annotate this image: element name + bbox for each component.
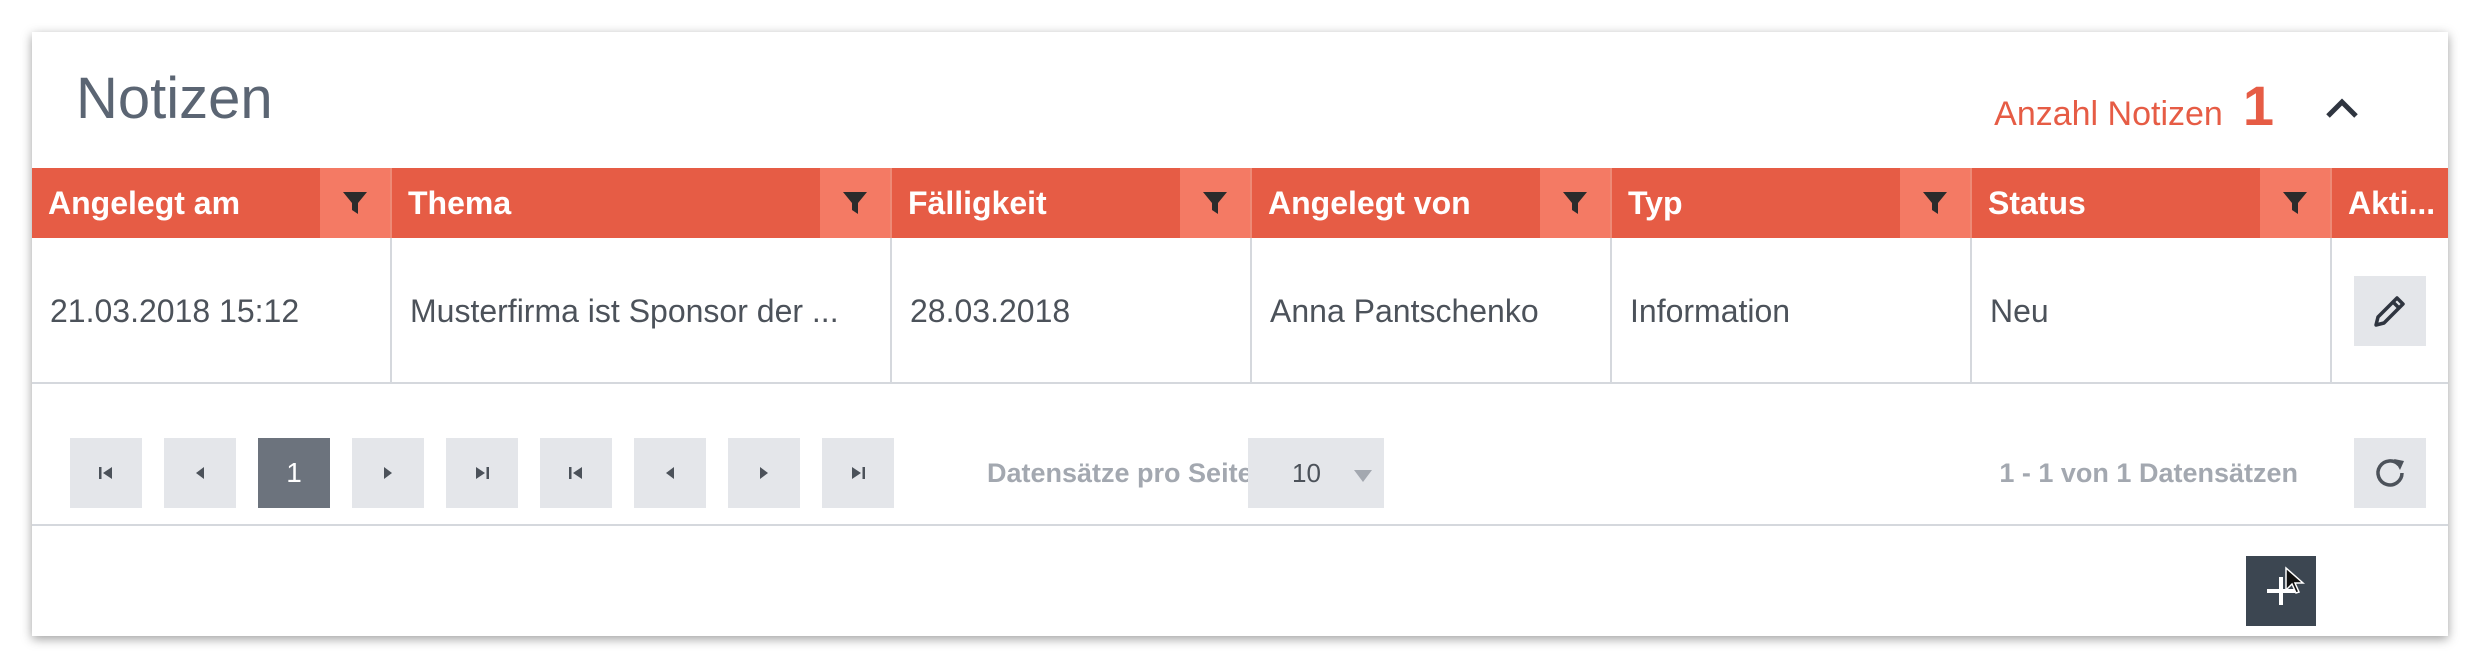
first-page-button-secondary[interactable] xyxy=(540,438,612,508)
notes-count: Anzahl Notizen 1 xyxy=(1994,78,2274,134)
last-page-icon xyxy=(852,467,865,479)
pencil-icon xyxy=(2374,296,2405,327)
prev-page-button-secondary[interactable] xyxy=(634,438,706,508)
cell-due-date: 28.03.2018 xyxy=(892,238,1252,384)
chevron-up-icon xyxy=(2326,98,2358,118)
mouse-cursor-icon xyxy=(2285,566,2305,594)
notes-table: Angelegt am Thema Fälligkeit Angelegt vo… xyxy=(32,168,2448,384)
column-header-actions: Akti... xyxy=(2332,168,2448,238)
cell-created-at: 21.03.2018 15:12 xyxy=(32,238,392,384)
table-row[interactable]: 21.03.2018 15:12 Musterfirma ist Sponsor… xyxy=(32,238,2448,384)
column-header-created-by[interactable]: Angelegt von xyxy=(1252,168,1612,238)
collapse-button[interactable] xyxy=(2320,86,2364,130)
column-header-label: Angelegt von xyxy=(1268,184,1471,221)
filter-icon[interactable] xyxy=(1180,168,1250,238)
column-header-topic[interactable]: Thema xyxy=(392,168,892,238)
next-page-icon xyxy=(760,467,768,479)
first-page-button[interactable] xyxy=(70,438,142,508)
prev-page-button[interactable] xyxy=(164,438,236,508)
notes-count-value: 1 xyxy=(2242,74,2274,137)
column-header-label: Angelegt am xyxy=(48,184,241,221)
panel-title: Notizen xyxy=(76,66,273,131)
next-page-button[interactable] xyxy=(352,438,424,508)
pager: 1 Datensätze pro Seite 10 1 - 1 von 1 Da… xyxy=(32,386,2448,526)
caret-down-icon xyxy=(1354,470,1372,482)
filter-icon[interactable] xyxy=(320,168,390,238)
notes-count-label: Anzahl Notizen xyxy=(1994,95,2223,133)
table-header: Angelegt am Thema Fälligkeit Angelegt vo… xyxy=(32,168,2448,238)
page-number-button[interactable]: 1 xyxy=(258,438,330,508)
prev-page-icon xyxy=(196,467,204,479)
first-page-icon xyxy=(569,467,582,479)
filter-icon[interactable] xyxy=(2260,168,2330,238)
cell-created-by: Anna Pantschenko xyxy=(1252,238,1612,384)
refresh-button[interactable] xyxy=(2354,438,2426,508)
column-header-label: Fälligkeit xyxy=(908,184,1047,221)
column-header-type[interactable]: Typ xyxy=(1612,168,1972,238)
column-header-label: Thema xyxy=(408,184,512,221)
next-page-icon xyxy=(384,467,392,479)
prev-page-icon xyxy=(666,467,674,479)
filter-icon[interactable] xyxy=(820,168,890,238)
cell-topic: Musterfirma ist Sponsor der ... xyxy=(392,238,892,384)
first-page-icon xyxy=(99,467,112,479)
last-page-button[interactable] xyxy=(446,438,518,508)
filter-icon[interactable] xyxy=(1900,168,1970,238)
edit-button[interactable] xyxy=(2354,276,2426,346)
cell-status: Neu xyxy=(1972,238,2332,384)
next-page-button-secondary[interactable] xyxy=(728,438,800,508)
page-size-label: Datensätze pro Seite xyxy=(987,458,1253,488)
page-size-value: 10 xyxy=(1292,457,1321,488)
column-header-label: Akti... xyxy=(2348,184,2436,221)
last-page-icon xyxy=(476,467,489,479)
page-size-select[interactable]: 10 xyxy=(1248,438,1384,508)
column-header-created-at[interactable]: Angelegt am xyxy=(32,168,392,238)
column-header-label: Status xyxy=(1988,184,2086,221)
filter-icon[interactable] xyxy=(1540,168,1610,238)
cell-actions xyxy=(2332,238,2448,384)
column-header-status[interactable]: Status xyxy=(1972,168,2332,238)
last-page-button-secondary[interactable] xyxy=(822,438,894,508)
cell-type: Information xyxy=(1612,238,1972,384)
notes-panel: Notizen Anzahl Notizen 1 Angelegt am The… xyxy=(32,32,2448,636)
pager-info: 1 - 1 von 1 Datensätzen xyxy=(1999,458,2298,488)
refresh-icon xyxy=(2376,459,2404,487)
column-header-label: Typ xyxy=(1628,184,1683,221)
column-header-due-date[interactable]: Fälligkeit xyxy=(892,168,1252,238)
